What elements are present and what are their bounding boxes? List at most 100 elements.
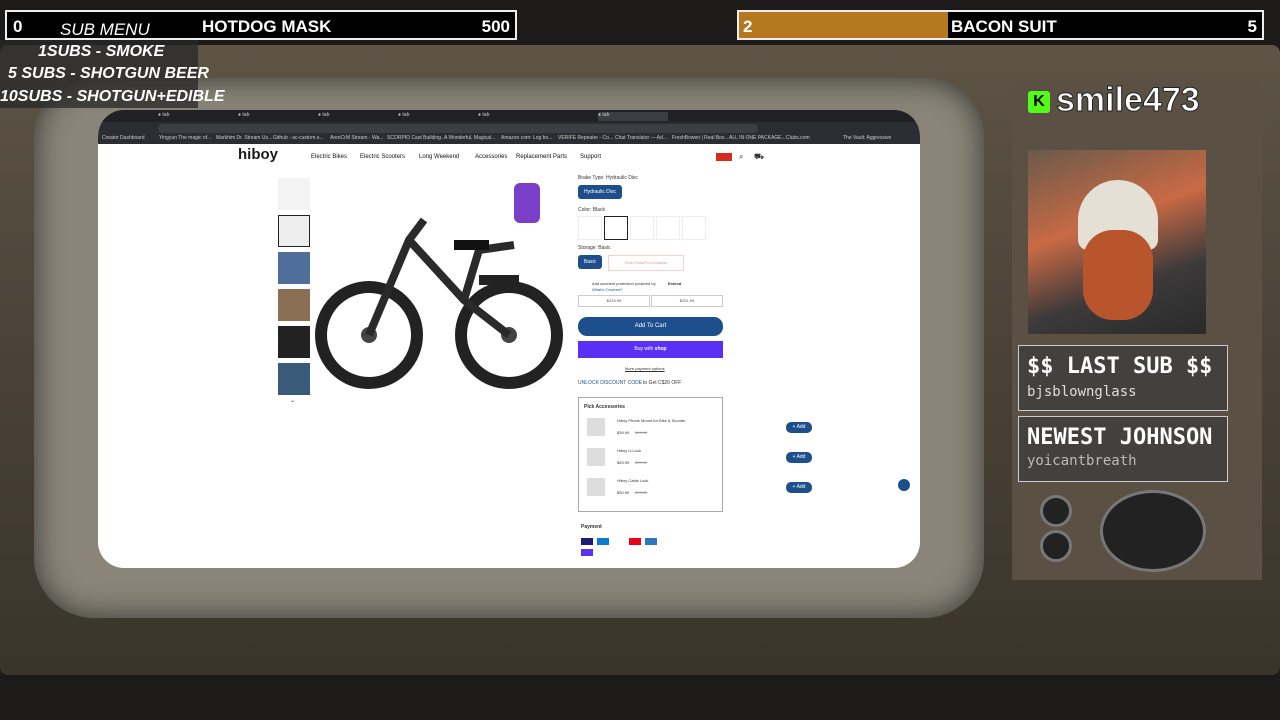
address-bar[interactable]: [158, 124, 758, 133]
tab[interactable]: ● tab: [158, 112, 228, 121]
kick-icon: K: [1028, 91, 1050, 113]
newest-name: yoicantbreath: [1027, 453, 1137, 469]
bookmark-item[interactable]: FreshBowen | Real Box...: [672, 135, 729, 141]
plan-option[interactable]: $251.99: [651, 295, 723, 307]
color-swatch-selected[interactable]: [604, 216, 628, 240]
add-to-cart-button[interactable]: Add To Cart: [578, 317, 723, 336]
accessory-price: $30.99: [617, 490, 630, 495]
extend-brand: Extend: [668, 281, 682, 286]
bookmark-item[interactable]: Yingyun The magic of...: [159, 135, 211, 141]
bookmark-item[interactable]: Markhim Dr. Stream Us...: [216, 135, 272, 141]
amex-icon: [645, 538, 657, 545]
storage-basic-button[interactable]: Basic: [578, 255, 602, 269]
bookmark-item[interactable]: Chat Translator — Ad...: [615, 135, 667, 141]
nav-item[interactable]: Electric Scooters: [360, 154, 405, 160]
thumbnail[interactable]: [278, 215, 310, 247]
color-swatches[interactable]: [578, 216, 706, 240]
nav-item[interactable]: Long Weekend: [419, 154, 459, 160]
streamer-tag: K smile473: [1024, 81, 1244, 125]
accessory-image: [587, 448, 605, 466]
protection-text: Add accident protection powered by: [592, 281, 656, 286]
site-logo[interactable]: hiboy: [238, 146, 278, 163]
color-swatch[interactable]: [630, 216, 654, 240]
cart-icon[interactable]: ⛟: [754, 152, 764, 162]
accessory-image: [587, 478, 605, 496]
more-payment-link[interactable]: More payment options: [625, 366, 665, 371]
accessory-name: Hiboy Phone Mount for Bike & Scooter: [617, 418, 686, 423]
knob: [1040, 530, 1072, 562]
sub-menu-item: 10SUBS - SHOTGUN+EDIBLE: [0, 88, 225, 105]
bookmark-item[interactable]: Clubs.com: [786, 135, 810, 141]
nav-item[interactable]: Replacement Parts: [516, 154, 567, 160]
search-icon[interactable]: ⌕: [739, 152, 743, 162]
dial: [1100, 490, 1206, 572]
tab-active[interactable]: ● tab: [598, 112, 668, 121]
accessory-image: [587, 418, 605, 436]
shop-pay-icon: [581, 549, 593, 556]
mastercard-icon: [629, 538, 641, 545]
visa-icon: [581, 538, 593, 545]
bookmark-item[interactable]: The Vault: Aggressive: [843, 135, 891, 141]
plan-option[interactable]: $229.99: [578, 295, 650, 307]
thumbnail[interactable]: [278, 252, 310, 284]
nav-item[interactable]: Support: [580, 154, 601, 160]
whats-covered-link[interactable]: What's Covered?: [592, 287, 623, 292]
shop-pay-logo: shop: [654, 346, 667, 352]
color-swatch[interactable]: [656, 216, 680, 240]
flag-icon[interactable]: [716, 153, 732, 161]
accessory-add-button[interactable]: + Add: [786, 452, 812, 463]
bookmark-item[interactable]: A Wonderful, Magical...: [444, 135, 495, 141]
sub-menu-item: 1SUBS - SMOKE: [38, 43, 165, 60]
bookmark-item[interactable]: Creator Dashboard: [102, 135, 145, 141]
tab[interactable]: ● tab: [318, 112, 388, 121]
color-swatch[interactable]: [578, 216, 602, 240]
chevron-down-icon[interactable]: ⌄: [290, 397, 295, 404]
thumbnail[interactable]: [278, 326, 310, 358]
accessory-add-button[interactable]: + Add: [786, 482, 812, 493]
brake-option-button[interactable]: Hydraulic Disc: [578, 185, 622, 199]
bookmark-item[interactable]: Github - ac-custom-s...: [273, 135, 324, 141]
nav-item[interactable]: Accessories: [475, 154, 507, 160]
accessory-name: Hiboy U-Lock: [617, 448, 642, 453]
goal-right-label: BACON SUIT: [951, 17, 1057, 36]
accessory-old-price: $49.99: [635, 430, 648, 435]
goal-right-count: 2: [743, 17, 753, 36]
newest-title: NEWEST JOHNSON: [1027, 425, 1213, 450]
accessory-name: Hiboy Cable Lock: [617, 478, 649, 483]
webcam-feed: [1028, 150, 1206, 334]
storage-label: Storage: Basic: [578, 245, 611, 251]
sub-menu: 1SUBS - SMOKE 5 SUBS - SHOTGUN BEER 10SU…: [0, 40, 224, 108]
thumbnail[interactable]: [278, 363, 310, 395]
tab[interactable]: ● tab: [478, 112, 548, 121]
chat-widget-icon[interactable]: [898, 479, 910, 491]
color-label: Color: Black: [578, 207, 605, 213]
nav-item[interactable]: Electric Bikes: [311, 154, 347, 160]
bookmark-item[interactable]: ALL IN ONE PACKAGE...: [729, 135, 786, 141]
goal-left-value: 500: [481, 17, 510, 36]
unlock-tail: to Get C$20 OFF: [643, 380, 682, 386]
browser-capture: ● tab ● tab ● tab ● tab ● tab ● tab Crea…: [98, 110, 920, 568]
accessory-add-button[interactable]: + Add: [786, 422, 812, 433]
streamer-name: smile473: [1056, 81, 1201, 120]
bookmark-item[interactable]: Amazon.com: Log bo...: [501, 135, 552, 141]
bookmark-item[interactable]: AreoCrM Stream - Wa...: [330, 135, 383, 141]
goal-left-count: 0: [13, 17, 23, 36]
sub-menu-title: SUB MENU: [60, 20, 150, 39]
unlock-discount-link[interactable]: UNLOCK DISCOUNT CODE: [578, 380, 642, 386]
sub-menu-item: 5 SUBS - SHOTGUN BEER: [8, 65, 209, 82]
thumbnail[interactable]: [278, 178, 310, 210]
bookmark-item[interactable]: VERIFE Repeater - Co...: [558, 135, 613, 141]
color-swatch[interactable]: [682, 216, 706, 240]
tab-strip[interactable]: ● tab ● tab ● tab ● tab ● tab ● tab: [98, 110, 920, 122]
bookmark-item[interactable]: SCORPIO Cast Building...: [387, 135, 445, 141]
payment-title: Payment: [581, 524, 602, 530]
goal-bar-right: 2 BACON SUIT 5: [737, 10, 1264, 40]
storage-alt-button[interactable]: Rear Pack/Front Basket: [608, 255, 684, 271]
tab[interactable]: ● tab: [238, 112, 308, 121]
shop-pay-button[interactable]: Buy with shop: [578, 341, 723, 358]
thumbnail[interactable]: [278, 289, 310, 321]
tab[interactable]: ● tab: [398, 112, 468, 121]
payment-icons: [581, 538, 721, 556]
newest-panel: NEWEST JOHNSON yoicantbreath: [1018, 416, 1228, 482]
beard: [1083, 230, 1153, 320]
